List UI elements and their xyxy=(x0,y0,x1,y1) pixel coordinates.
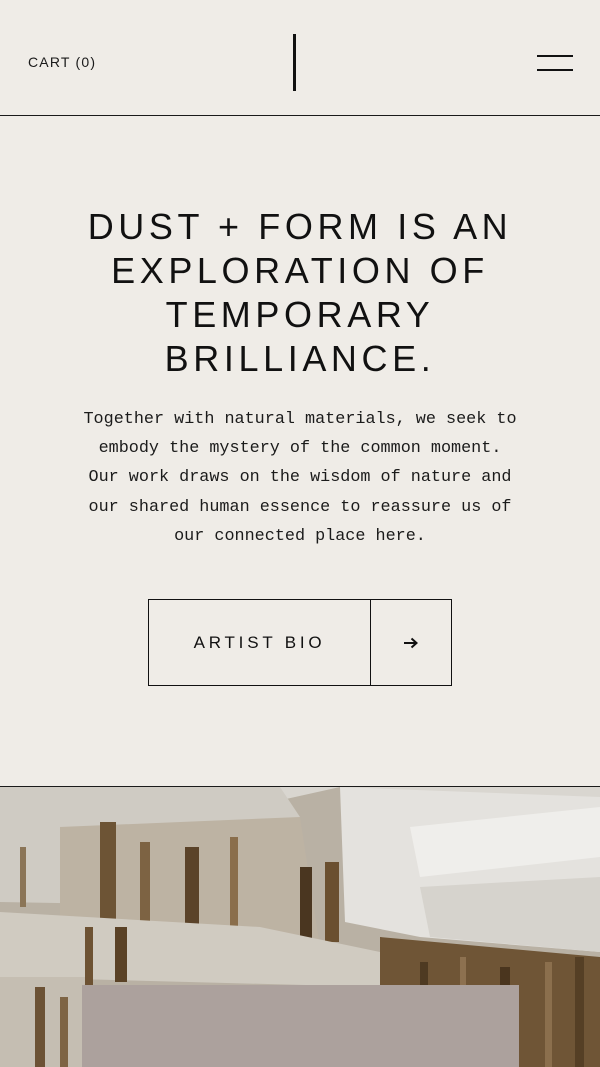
description-line: Together with natural materials, we seek… xyxy=(83,410,517,429)
vertical-bar-logo[interactable] xyxy=(293,34,296,91)
headline-line: EXPLORATION OF xyxy=(111,250,489,291)
hamburger-menu-icon[interactable] xyxy=(537,55,573,73)
site-header: CART (0) xyxy=(0,0,600,116)
cart-link[interactable]: CART (0) xyxy=(28,54,96,70)
artist-bio-label: ARTIST BIO xyxy=(149,600,371,685)
overlay-card xyxy=(82,985,519,1067)
description-line: our connected place here. xyxy=(174,526,426,546)
menu-line-bottom xyxy=(537,69,573,71)
description-line: our shared human essence to reassure us … xyxy=(88,497,512,517)
headline-line: BRILLIANCE. xyxy=(164,338,436,379)
hero-headline: DUST + FORM IS AN EXPLORATION OF TEMPORA… xyxy=(40,205,560,381)
menu-line-top xyxy=(537,55,573,57)
description-line: Our work draws on the wisdom of nature a… xyxy=(88,468,512,488)
headline-line: DUST + FORM IS AN xyxy=(87,206,513,247)
description-line: embody the mystery of the common moment. xyxy=(98,439,502,459)
quarry-photo xyxy=(0,786,600,1067)
headline-line: TEMPORARY xyxy=(165,294,435,335)
artist-bio-button[interactable]: ARTIST BIO xyxy=(148,599,452,686)
hero-description: Together with natural materials, we seek… xyxy=(20,405,580,551)
arrow-right-icon xyxy=(371,600,451,685)
